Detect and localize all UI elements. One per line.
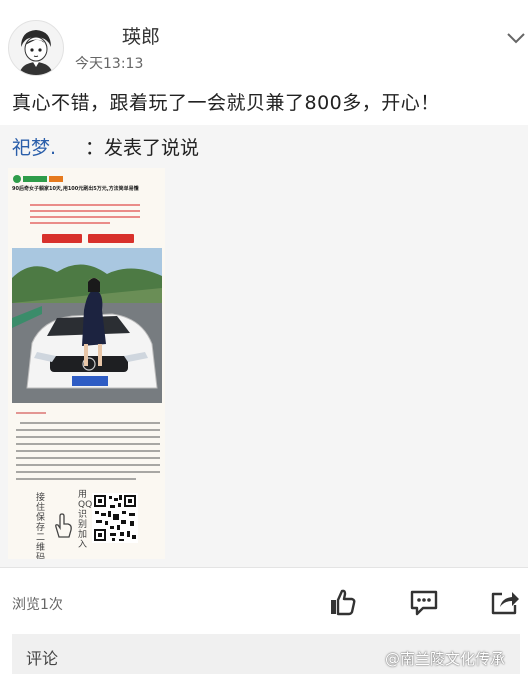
ad-red-line xyxy=(30,216,140,218)
ad-text-line xyxy=(16,450,160,452)
ad-vertical-text: 接住保存二维码 xyxy=(36,493,46,559)
ad-red-button xyxy=(42,234,82,243)
ad-red-line xyxy=(30,204,140,206)
like-icon[interactable] xyxy=(327,587,357,617)
ad-image[interactable]: 90后奇女子躺家10天,用100元刷出5万元,方法简单易懂 接住保存二维码 用Q… xyxy=(8,168,165,559)
ad-text-line xyxy=(16,429,160,431)
watermark-text: @南兰陵文化传承 xyxy=(385,650,506,668)
ad-text-line xyxy=(20,422,160,424)
hand-tap-icon xyxy=(55,513,72,538)
ad-red-line xyxy=(30,210,140,212)
comment-label: 评论 xyxy=(26,649,59,668)
comment-icon[interactable] xyxy=(409,587,439,617)
ad-headline: 90后奇女子躺家10天,用100元刷出5万元,方法简单易懂 xyxy=(12,186,139,192)
divider xyxy=(0,567,528,568)
car-photo xyxy=(12,248,162,403)
chevron-down-icon[interactable] xyxy=(505,27,527,49)
news-logo-icon xyxy=(13,175,63,183)
ad-text-line xyxy=(16,478,136,480)
ad-red-line xyxy=(30,222,110,224)
share-icon[interactable] xyxy=(490,587,520,617)
ad-text-line xyxy=(16,464,160,466)
repost-action: ：发表了说说 xyxy=(85,137,200,159)
post-author[interactable]: 瑛郎 xyxy=(122,22,160,49)
ad-text-line xyxy=(16,443,160,445)
ad-text-line xyxy=(16,412,46,414)
ad-text-line xyxy=(16,436,160,438)
post-text: 真心不错，跟着玩了一会就贝兼了800多，开心！ xyxy=(12,92,440,114)
avatar[interactable] xyxy=(8,20,64,76)
ad-red-button xyxy=(88,234,134,243)
post-time: 今天13:13 xyxy=(75,56,144,72)
ad-text-line xyxy=(16,471,160,473)
qr-code[interactable] xyxy=(92,493,138,543)
avatar-image xyxy=(19,30,53,75)
ad-text-line xyxy=(16,457,160,459)
view-count: 浏览1次 xyxy=(12,597,63,613)
ad-vertical-text-2: 用QQ识别加入 xyxy=(78,490,93,550)
repost-author[interactable]: 祀梦. xyxy=(12,133,56,160)
